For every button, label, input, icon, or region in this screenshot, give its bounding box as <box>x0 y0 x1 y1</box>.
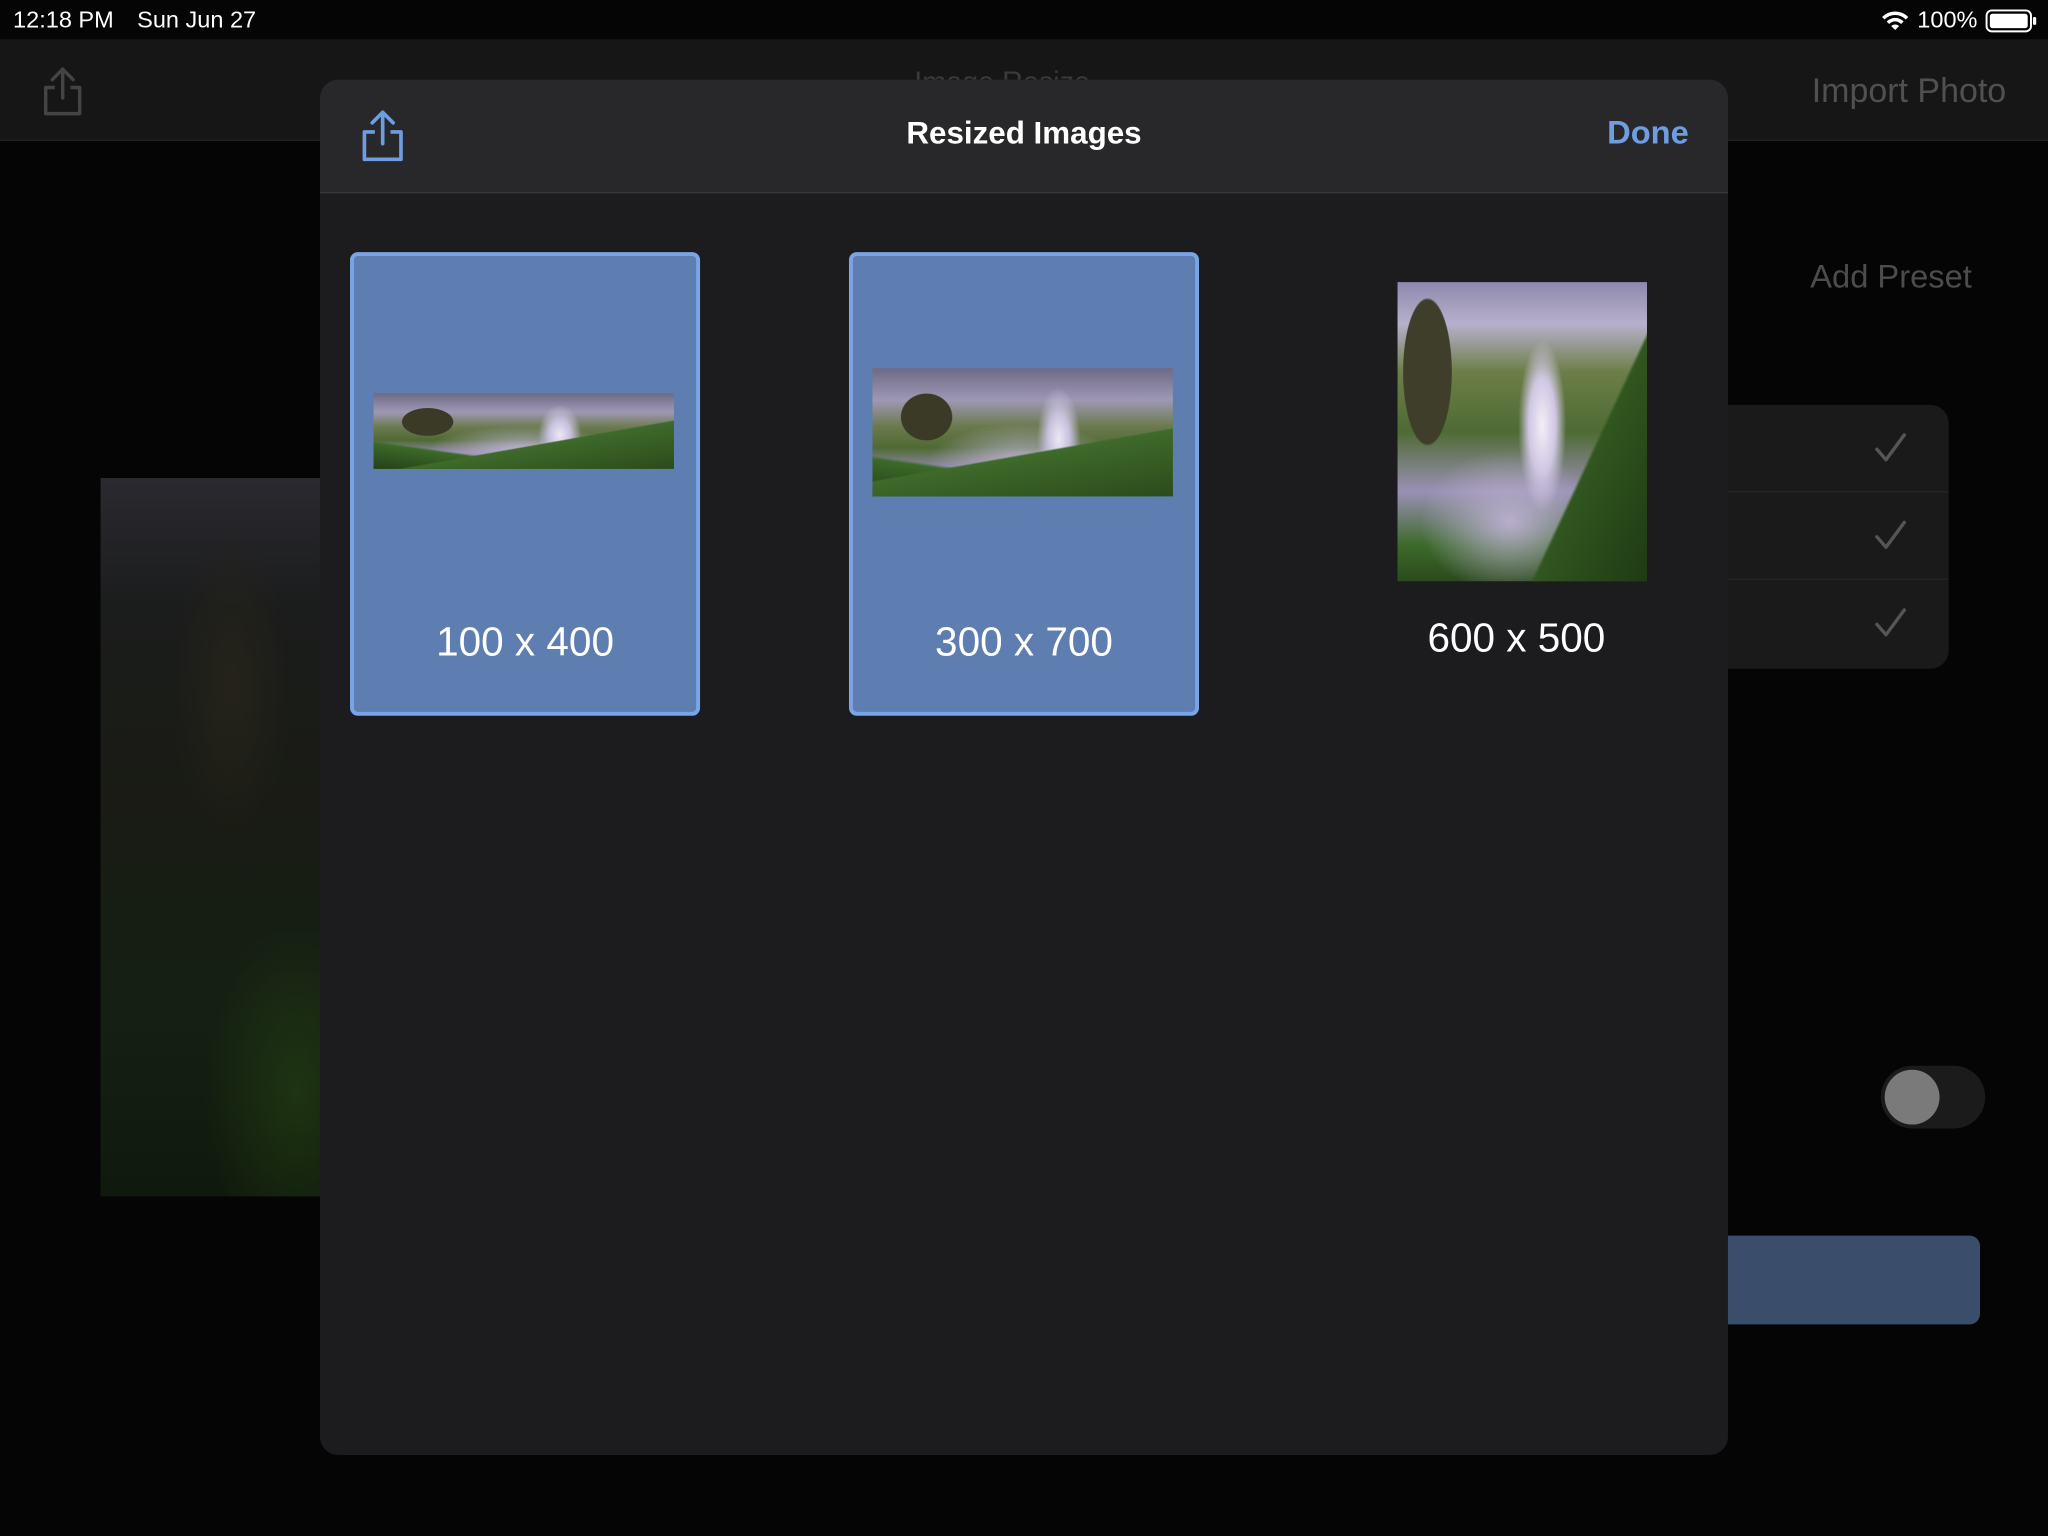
resized-image-thumbnail <box>872 368 1173 497</box>
resized-image-tile[interactable]: 600 x 500 <box>1341 252 1691 716</box>
resized-image-tile[interactable]: 300 x 700 <box>848 252 1199 716</box>
preset-row[interactable] <box>1697 405 1949 493</box>
checkmark-icon <box>1875 520 1906 549</box>
image-size-label: 300 x 700 <box>935 619 1113 665</box>
resized-image-tile[interactable]: 100 x 400 <box>350 252 701 716</box>
background-action-button[interactable] <box>1697 1235 1981 1325</box>
wifi-icon <box>1882 10 1909 30</box>
image-size-label: 100 x 400 <box>436 619 614 665</box>
checkmark-icon <box>1875 433 1906 462</box>
battery-icon <box>1985 8 2037 32</box>
image-size-label: 600 x 500 <box>1427 615 1606 661</box>
checkmark-icon <box>1875 608 1906 637</box>
sheet-header: Resized Images Done <box>319 79 1728 194</box>
status-date: Sun Jun 27 <box>137 6 257 33</box>
preset-list <box>1697 404 1949 669</box>
status-time: 12:18 PM <box>13 6 114 33</box>
background-share-icon[interactable] <box>39 65 86 117</box>
resized-images-sheet: Resized Images Done 100 x 400 300 x 700 … <box>319 79 1728 1455</box>
resized-image-thumbnail <box>373 393 674 469</box>
sheet-title: Resized Images <box>906 116 1142 152</box>
import-photo-button[interactable]: Import Photo <box>1812 71 2006 111</box>
preset-row[interactable] <box>1697 492 1949 580</box>
screen: 12:18 PM Sun Jun 27 100% Image Resize Im… <box>0 0 2048 1536</box>
toggle-knob <box>1884 1069 1940 1125</box>
status-right-group: 100% <box>1881 7 2038 34</box>
done-button[interactable]: Done <box>1607 115 1689 153</box>
preset-row[interactable] <box>1698 580 1949 668</box>
resized-image-thumbnail <box>1397 282 1647 582</box>
background-toggle-switch[interactable] <box>1880 1065 1986 1129</box>
status-bar: 12:18 PM Sun Jun 27 100% <box>0 0 2048 39</box>
add-preset-button[interactable]: Add Preset <box>1810 259 1972 297</box>
battery-percentage: 100% <box>1917 6 1978 33</box>
